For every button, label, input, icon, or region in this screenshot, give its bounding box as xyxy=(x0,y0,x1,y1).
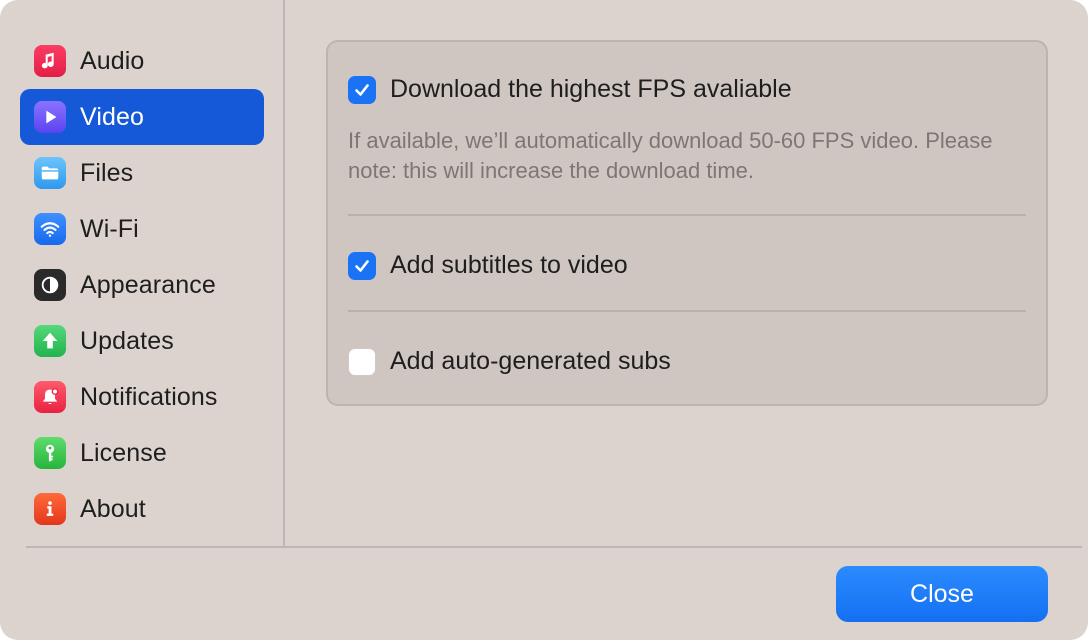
sidebar-item-audio[interactable]: Audio xyxy=(20,33,264,89)
info-icon xyxy=(34,493,66,525)
sidebar-item-wifi[interactable]: Wi-Fi xyxy=(20,201,264,257)
sidebar-item-about[interactable]: About xyxy=(20,481,264,537)
settings-window: Audio Video Files Wi-Fi Appearance Updat… xyxy=(0,0,1088,640)
checkmark-icon xyxy=(355,83,369,96)
auto-subs-option[interactable]: Add auto-generated subs xyxy=(348,347,671,376)
sidebar-item-video[interactable]: Video xyxy=(20,89,264,145)
sidebar-item-label: Audio xyxy=(80,46,145,75)
divider xyxy=(348,310,1026,312)
sidebar-item-appearance[interactable]: Appearance xyxy=(20,257,264,313)
contrast-icon xyxy=(34,269,66,301)
arrow-up-icon xyxy=(34,325,66,357)
sidebar-item-updates[interactable]: Updates xyxy=(20,313,264,369)
folder-icon xyxy=(34,157,66,189)
divider xyxy=(348,214,1026,216)
sidebar-item-label: Updates xyxy=(80,326,174,355)
close-button[interactable]: Close xyxy=(836,566,1048,622)
sidebar-item-label: Wi-Fi xyxy=(80,214,139,243)
wifi-icon xyxy=(34,213,66,245)
key-icon xyxy=(34,437,66,469)
bell-icon xyxy=(34,381,66,413)
sidebar-item-license[interactable]: License xyxy=(20,425,264,481)
sidebar-item-notifications[interactable]: Notifications xyxy=(20,369,264,425)
subtitles-checkbox[interactable] xyxy=(348,251,376,280)
sidebar-item-label: About xyxy=(80,494,146,523)
footer-divider xyxy=(26,546,1082,548)
sidebar-item-files[interactable]: Files xyxy=(20,145,264,201)
subtitles-label: Add subtitles to video xyxy=(390,251,628,279)
subtitles-option[interactable]: Add subtitles to video xyxy=(348,251,628,280)
auto-subs-checkbox[interactable] xyxy=(348,347,376,376)
sidebar-item-label: License xyxy=(80,438,167,467)
fps-checkbox[interactable] xyxy=(348,75,376,104)
fps-help-text: If available, we’ll automatically downlo… xyxy=(348,128,993,183)
checkmark-icon xyxy=(355,259,369,272)
sidebar-item-label: Files xyxy=(80,158,134,187)
auto-subs-label: Add auto-generated subs xyxy=(390,347,671,375)
video-settings-group: Download the highest FPS avaliable If av… xyxy=(326,40,1048,406)
sidebar-item-label: Appearance xyxy=(80,270,216,299)
music-note-icon xyxy=(34,45,66,77)
play-icon xyxy=(34,101,66,133)
fps-option[interactable]: Download the highest FPS avaliable xyxy=(348,75,792,104)
sidebar-item-label: Video xyxy=(80,102,144,131)
sidebar: Audio Video Files Wi-Fi Appearance Updat… xyxy=(0,0,285,546)
fps-label: Download the highest FPS avaliable xyxy=(390,75,792,103)
sidebar-item-label: Notifications xyxy=(80,382,218,411)
